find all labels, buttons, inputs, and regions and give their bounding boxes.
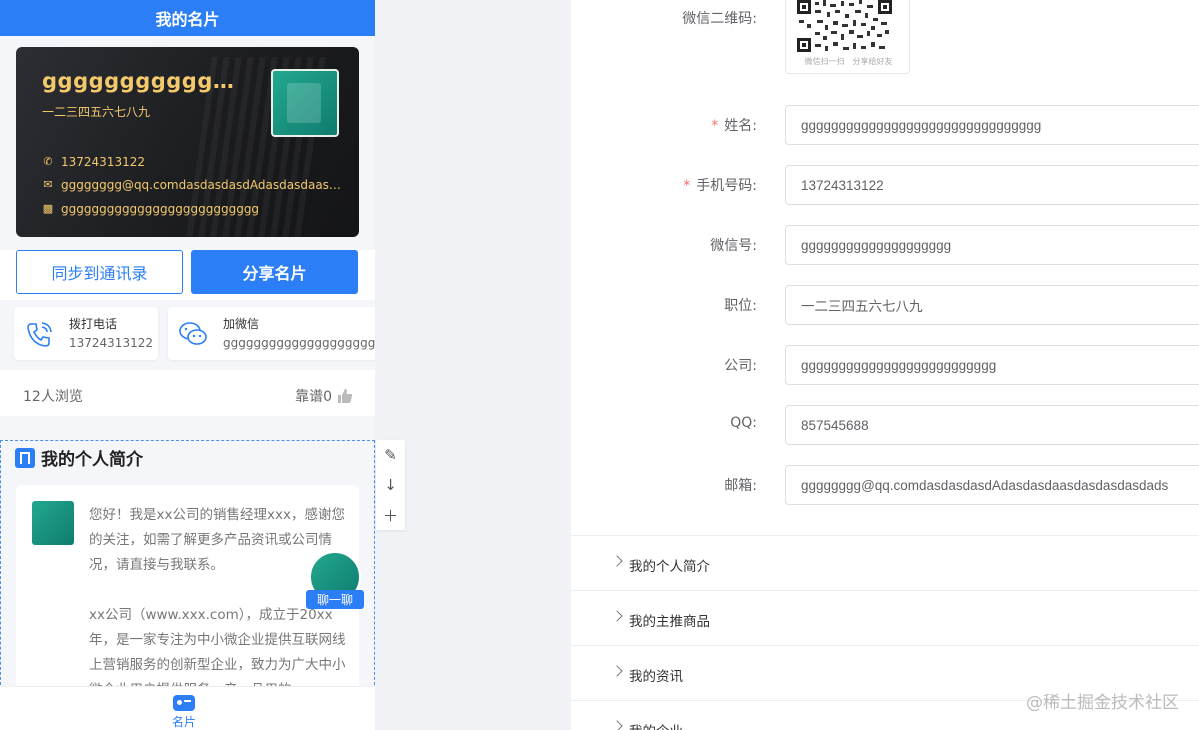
business-card-area: gggggggggggggggggggggggggggggggg 一二三四五六七… xyxy=(0,36,375,250)
section-gap xyxy=(0,416,375,440)
chevron-right-icon xyxy=(611,665,623,677)
card-name: gggggggggggggggggggggggggggggggg xyxy=(42,69,242,93)
wechat-id-label: 微信号: xyxy=(710,238,757,254)
form-row-position: 职位: 一二三四五六七八九 xyxy=(571,285,1199,325)
position-input[interactable]: 一二三四五六七八九 xyxy=(785,285,1199,325)
wechat-value: gggggggggggggggggggg xyxy=(223,336,375,350)
section-toolbar: ✎ ↓ ＋ xyxy=(376,440,405,530)
wechat-label: 加微信 xyxy=(223,317,260,331)
chat-button[interactable]: 聊一聊 xyxy=(306,548,364,612)
building-icon: ▩ xyxy=(42,202,54,215)
form-row-mobile: * 手机号码: 13724313122 xyxy=(571,165,1199,205)
intro-heading: 我的个人简介 xyxy=(15,445,143,470)
phone-call-icon xyxy=(27,322,52,347)
like-button[interactable]: 靠谱0 xyxy=(295,386,353,406)
call-label: 拨打电话 xyxy=(69,317,118,331)
card-position: 一二三四五六七八九 xyxy=(42,105,151,119)
chevron-right-icon xyxy=(611,610,623,622)
qr-uploader[interactable]: 微信扫一扫 分享给好友 xyxy=(785,0,910,74)
qq-input[interactable]: 857545688 xyxy=(785,405,1199,445)
form-row-wechat: 微信号: gggggggggggggggggggg xyxy=(571,225,1199,265)
collapse-products[interactable]: 我的主推商品 xyxy=(571,590,1199,645)
card-company: gggggggggggggggggggggggggg xyxy=(61,202,260,216)
collapse-products-title: 我的主推商品 xyxy=(629,614,710,630)
form-row-qq: QQ: 857545688 xyxy=(571,405,1199,445)
card-email: gggggggg@qq.comdasdasdasdAdasdasdaasdasd… xyxy=(61,178,342,192)
like-count: 靠谱0 xyxy=(295,389,332,405)
name-label: * 姓名: xyxy=(711,118,757,134)
view-count: 12人浏览 xyxy=(23,389,83,405)
email-label: 邮箱: xyxy=(724,478,757,494)
arrow-down-icon[interactable]: ↓ xyxy=(376,470,405,500)
stats-row: 12人浏览 靠谱0 xyxy=(0,372,375,416)
intro-title: 我的个人简介 xyxy=(41,450,143,470)
bottom-tabbar: 名片 xyxy=(0,686,375,730)
call-value: 13724313122 xyxy=(69,336,153,350)
qr-code-image xyxy=(797,0,892,52)
card-email-row: ✉ gggggggg@qq.comdasdasdasdAdasdasdaasda… xyxy=(42,178,342,192)
card-phone-row: ✆ 13724313122 xyxy=(42,155,342,169)
card-phone: 13724313122 xyxy=(61,155,145,169)
intro-icon xyxy=(15,447,35,468)
card-edit-form: 微信二维码: 微信扫一扫 分享给好友 * 姓名: gggggggggggggggg… xyxy=(571,0,1199,730)
page-title: 我的名片 xyxy=(0,0,375,36)
email-input[interactable]: gggggggg@qq.comdasdasdasdAdasdasdaasdasd… xyxy=(785,465,1199,505)
add-wechat-box[interactable]: 加微信 gggggggggggggggggggg xyxy=(168,307,375,360)
wechat-id-input[interactable]: gggggggggggggggggggg xyxy=(785,225,1199,265)
watermark: @稀土掘金技术社区 xyxy=(1026,693,1179,713)
card-tab-icon xyxy=(173,695,195,711)
chevron-right-icon xyxy=(611,720,623,730)
card-actions: 同步到通讯录 分享名片 xyxy=(16,250,358,294)
collapse-intro-title: 我的个人简介 xyxy=(629,559,710,575)
phone-preview: 我的名片 gggggggggggggggggggggggggggggggg 一二… xyxy=(0,0,375,730)
mail-icon: ✉ xyxy=(43,178,53,191)
mobile-input[interactable]: 13724313122 xyxy=(785,165,1199,205)
collapse-news-title: 我的资讯 xyxy=(629,669,683,685)
card-company-row: ▩ gggggggggggggggggggggggggg xyxy=(42,202,342,216)
chat-label: 聊一聊 xyxy=(306,590,364,609)
thumbs-up-icon xyxy=(338,389,353,403)
company-label: 公司: xyxy=(724,358,757,374)
business-card[interactable]: gggggggggggggggggggggggggggggggg 一二三四五六七… xyxy=(16,47,359,237)
form-row-name: * 姓名: gggggggggggggggggggggggggggggggg xyxy=(571,105,1199,145)
phone-icon: ✆ xyxy=(43,155,53,168)
chevron-right-icon xyxy=(611,555,623,567)
call-phone-box[interactable]: 拨打电话 13724313122 xyxy=(14,307,158,360)
name-input[interactable]: gggggggggggggggggggggggggggggggg xyxy=(785,105,1199,145)
edit-icon[interactable]: ✎ xyxy=(376,440,405,470)
qr-caption: 微信扫一扫 分享给好友 xyxy=(804,57,893,66)
tab-card-label: 名片 xyxy=(172,715,197,729)
position-label: 职位: xyxy=(724,298,757,314)
qr-label: 微信二维码: xyxy=(682,11,757,27)
wechat-icon xyxy=(179,322,207,345)
collapse-company-title: 我的企业 xyxy=(629,720,683,730)
form-row-email: 邮箱: gggggggg@qq.comdasdasdasdAdasdasdaas… xyxy=(571,465,1199,505)
avatar xyxy=(32,501,74,545)
sync-contacts-button[interactable]: 同步到通讯录 xyxy=(16,250,183,294)
collapse-intro[interactable]: 我的个人简介 xyxy=(571,535,1199,590)
tab-card[interactable]: 名片 xyxy=(172,695,196,730)
contact-row: 拨打电话 13724313122 加微信 ggggggggggggggggggg… xyxy=(0,300,375,370)
qq-label: QQ: xyxy=(730,415,757,431)
share-card-button[interactable]: 分享名片 xyxy=(191,250,358,294)
company-input[interactable]: gggggggggggggggggggggggggg xyxy=(785,345,1199,385)
mobile-label: * 手机号码: xyxy=(683,178,757,194)
plus-icon[interactable]: ＋ xyxy=(376,500,405,530)
form-row-company: 公司: gggggggggggggggggggggggggg xyxy=(571,345,1199,385)
company-logo xyxy=(271,69,339,137)
